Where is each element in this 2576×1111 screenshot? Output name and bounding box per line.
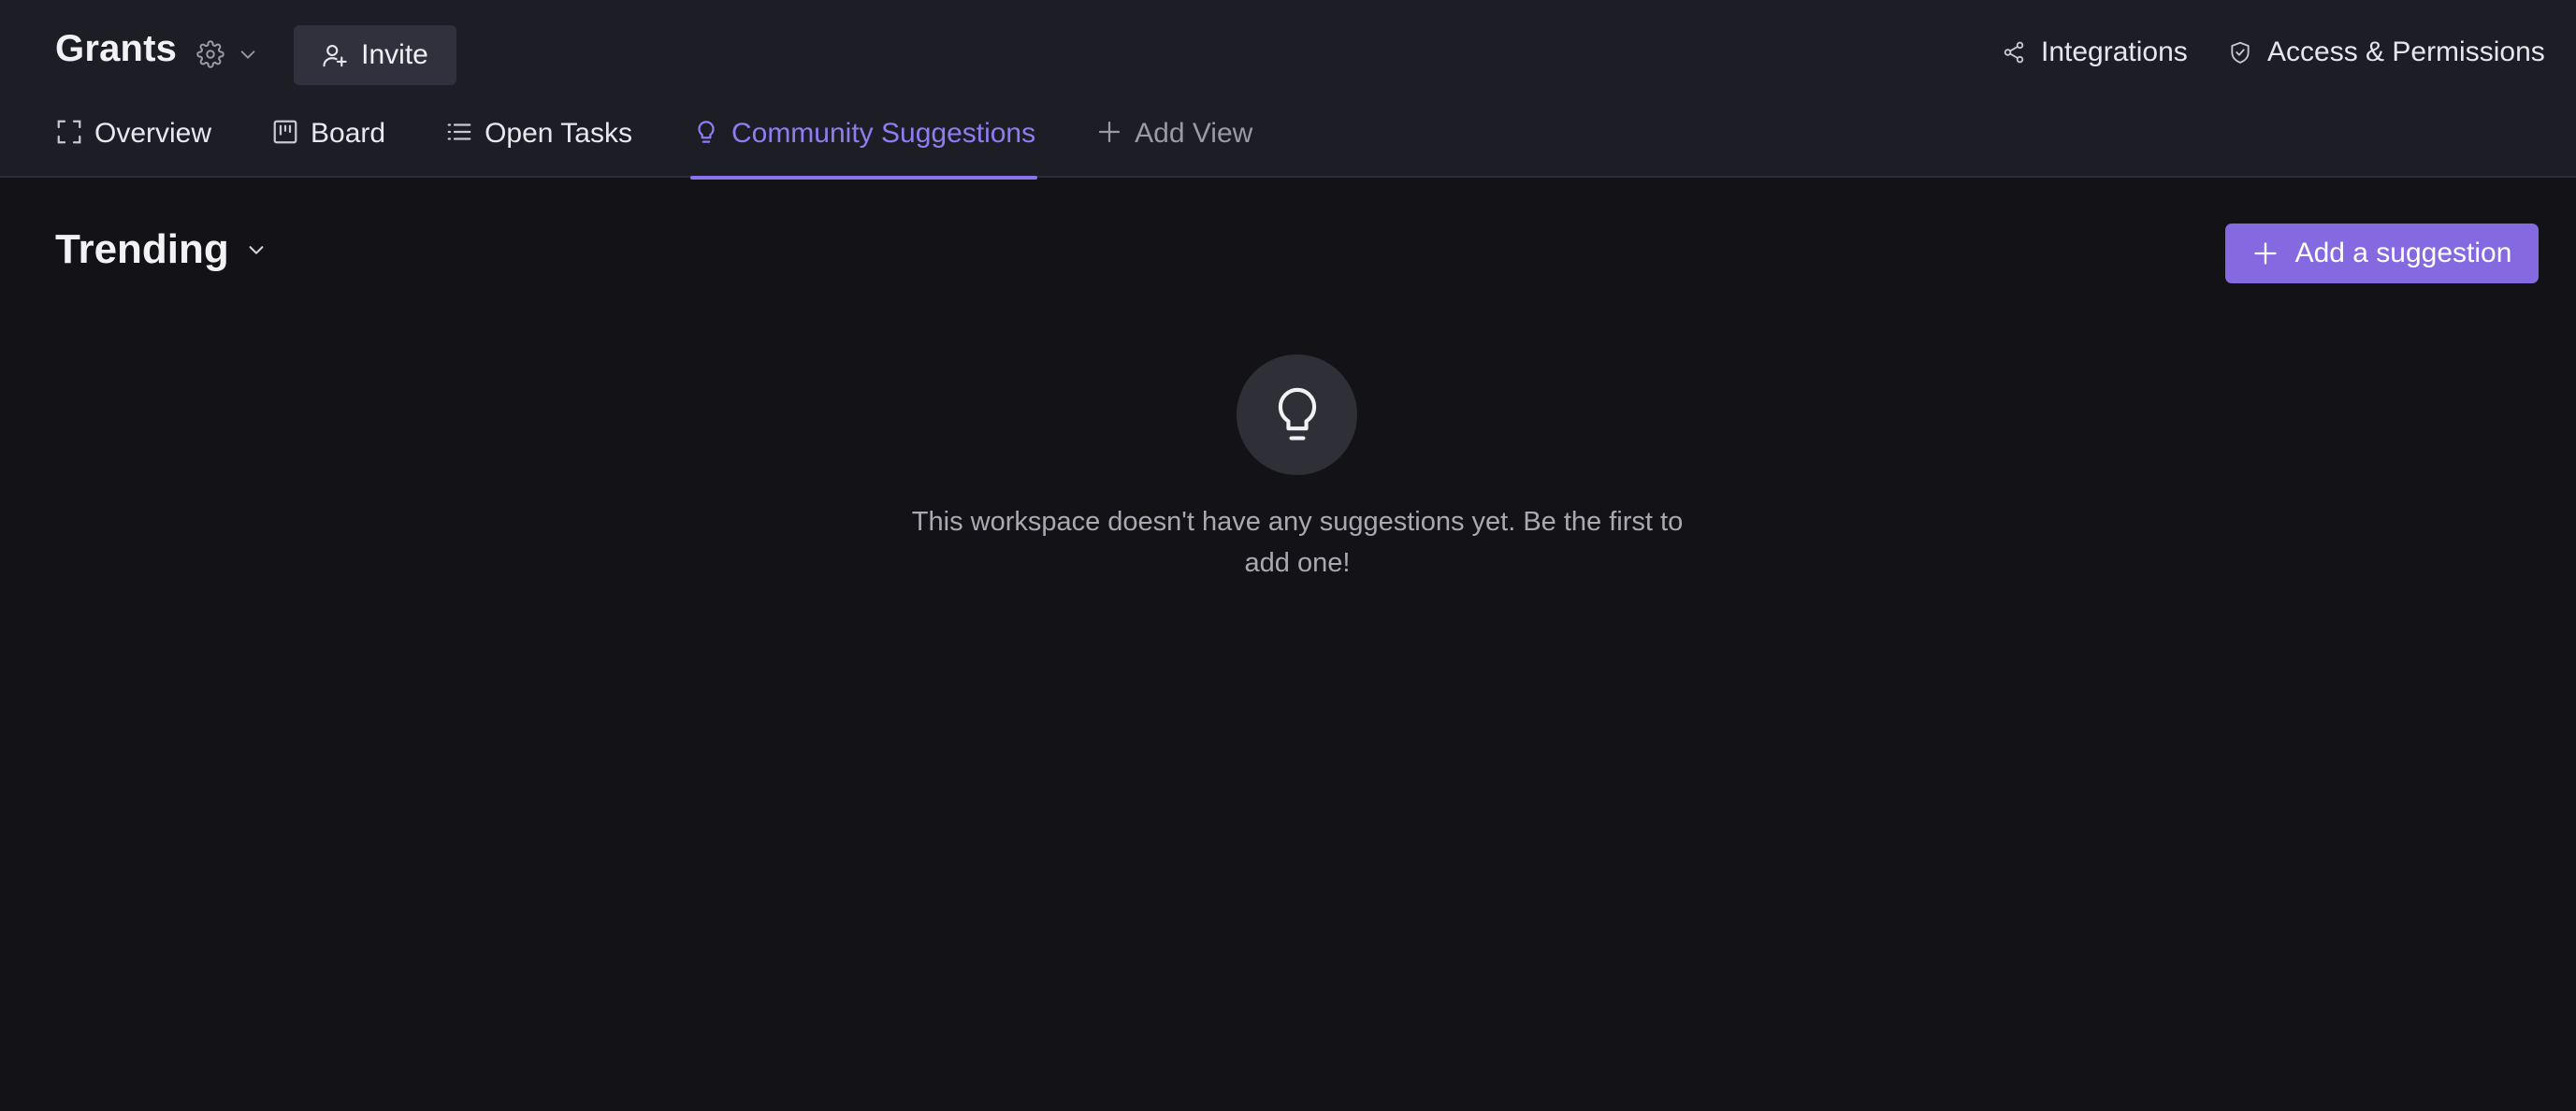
gear-icon[interactable] [196, 40, 224, 68]
empty-state-message: This workspace doesn't have any suggesti… [911, 507, 1684, 578]
access-permissions-link[interactable]: Access & Permissions [2228, 32, 2545, 73]
tab-open-tasks[interactable]: Open Tasks [445, 110, 632, 178]
shield-check-icon [2228, 40, 2252, 65]
tab-overview[interactable]: Overview [55, 110, 211, 178]
plus-icon [2252, 240, 2279, 267]
add-view-button[interactable]: Add View [1095, 110, 1252, 178]
workspace-title: Grants [55, 28, 178, 69]
tab-open-tasks-label: Open Tasks [485, 118, 632, 149]
add-user-icon [322, 41, 350, 69]
plus-icon [1095, 118, 1123, 146]
frame-corners-icon [55, 118, 83, 146]
invite-button-label: Invite [361, 39, 428, 70]
workspace-header: Grants Invite Integrations Access & Perm… [0, 0, 2576, 180]
add-view-label: Add View [1135, 118, 1253, 149]
empty-state-badge [1237, 354, 1357, 475]
list-icon [445, 118, 473, 146]
workspace-settings-menu[interactable] [196, 37, 258, 71]
invite-button[interactable]: Invite [294, 25, 456, 85]
access-permissions-label: Access & Permissions [2267, 36, 2545, 67]
add-suggestion-button[interactable]: Add a suggestion [2225, 224, 2539, 283]
sort-dropdown[interactable]: Trending [55, 222, 267, 278]
kanban-board-icon [271, 118, 299, 146]
chevron-down-icon [246, 239, 267, 260]
tab-overview-label: Overview [94, 118, 212, 149]
tab-board[interactable]: Board [271, 110, 385, 178]
chevron-down-icon[interactable] [238, 44, 258, 65]
tab-board-label: Board [311, 118, 386, 149]
tab-community-suggestions[interactable]: Community Suggestions [689, 110, 1038, 180]
integrations-link[interactable]: Integrations [2002, 32, 2188, 73]
sort-label: Trending [55, 226, 229, 272]
add-suggestion-label: Add a suggestion [2294, 238, 2512, 268]
share-nodes-icon [2002, 40, 2026, 65]
lightbulb-icon [1268, 383, 1326, 447]
view-tabs: Overview Board Open Tasks Community Sugg… [55, 110, 1312, 180]
lightbulb-icon [692, 118, 720, 146]
tab-community-suggestions-label: Community Suggestions [731, 118, 1036, 149]
integrations-label: Integrations [2041, 36, 2188, 67]
